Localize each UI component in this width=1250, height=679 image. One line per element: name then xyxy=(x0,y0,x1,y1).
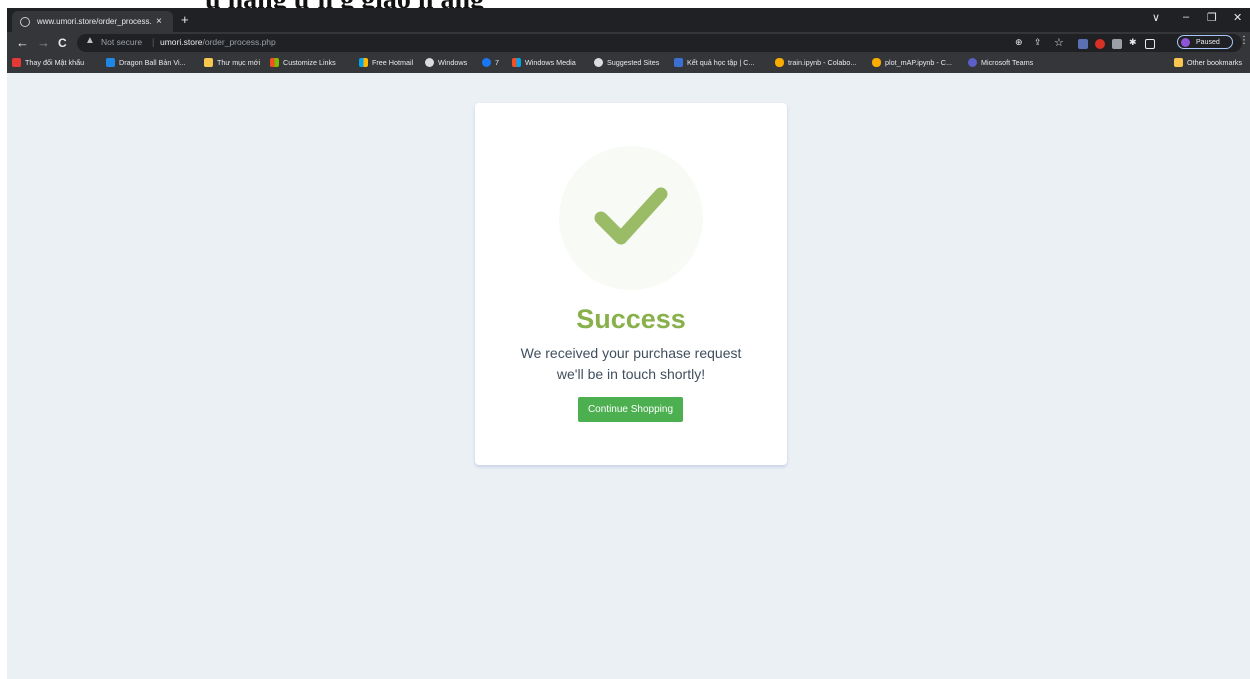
message-line: We received your purchase request xyxy=(520,345,742,361)
windows-logo-icon xyxy=(359,58,368,67)
extension-icon[interactable] xyxy=(1095,39,1105,49)
page-title: Success xyxy=(576,304,686,334)
profile-status: Paused xyxy=(1196,38,1220,46)
tab-close-icon[interactable]: × xyxy=(156,16,162,27)
bookmark-item[interactable]: Customize Links xyxy=(270,58,336,67)
back-icon[interactable]: ← xyxy=(16,35,29,51)
side-panel-icon[interactable] xyxy=(1145,39,1155,49)
top-strip: ụ hàng ự n g giao h àng xyxy=(0,0,1250,8)
folder-icon xyxy=(204,58,213,67)
bookmark-item[interactable]: Thư mục mới xyxy=(204,58,260,67)
warning-icon: ▲ xyxy=(85,35,95,46)
extension-icon[interactable] xyxy=(1112,39,1122,49)
bookmark-icon xyxy=(674,58,683,67)
success-card: Success We received your purchase reques… xyxy=(475,103,787,465)
forward-icon[interactable]: → xyxy=(37,35,50,51)
bookmark-item[interactable]: Microsoft Teams xyxy=(968,58,1033,67)
teams-icon xyxy=(968,58,977,67)
bookmark-icon xyxy=(106,58,115,67)
zoom-icon[interactable]: ⊕ xyxy=(1015,37,1023,48)
share-icon[interactable]: ⇪ xyxy=(1034,37,1042,48)
bookmark-item[interactable]: Windows Media xyxy=(512,58,576,67)
bookmark-item[interactable]: plot_mAP.ipynb - C... xyxy=(872,58,952,67)
folder-icon xyxy=(1174,58,1183,67)
tab-bar: www.umori.store/order_process. × + ∨ – ❐… xyxy=(7,8,1250,32)
close-window-button[interactable]: ✕ xyxy=(1233,11,1242,24)
continue-shopping-button[interactable]: Continue Shopping xyxy=(578,397,683,422)
bookmark-item[interactable]: Suggested Sites xyxy=(594,58,659,67)
colab-icon xyxy=(775,58,784,67)
bookmark-item[interactable]: Kết quả học tập | C... xyxy=(674,58,754,67)
extension-icon[interactable] xyxy=(1078,39,1088,49)
other-bookmarks[interactable]: Other bookmarks xyxy=(1174,58,1242,67)
bookmark-item[interactable]: Windows xyxy=(425,58,467,67)
bookmark-item[interactable]: Dragon Ball Bản Vi... xyxy=(106,58,186,67)
separator: | xyxy=(152,37,155,47)
minimize-button[interactable]: – xyxy=(1183,11,1189,23)
address-bar[interactable]: ▲ Not secure | umori.store/order_process… xyxy=(77,34,1242,52)
globe-icon xyxy=(594,58,603,67)
colab-icon xyxy=(872,58,881,67)
restore-button[interactable]: ❐ xyxy=(1207,11,1217,24)
tab-search-icon[interactable]: ∨ xyxy=(1152,11,1160,24)
check-circle xyxy=(559,146,703,290)
avatar xyxy=(1181,37,1190,47)
facebook-icon xyxy=(482,58,491,67)
bookmark-item[interactable]: train.ipynb - Colabo... xyxy=(775,58,856,67)
bookmark-item[interactable]: Free Hotmail xyxy=(359,58,413,67)
globe-icon xyxy=(425,58,434,67)
success-message: We received your purchase request we'll … xyxy=(475,343,787,385)
menu-icon[interactable]: ⋮ xyxy=(1239,35,1249,46)
url-text[interactable]: umori.store/order_process.php xyxy=(160,37,276,47)
reload-icon[interactable]: C xyxy=(58,35,67,51)
bookmarks-bar: Thay đổi Mật khẩu Dragon Ball Bản Vi... … xyxy=(7,54,1250,74)
windows-logo-icon xyxy=(270,58,279,67)
bookmark-star-icon[interactable]: ☆ xyxy=(1054,36,1064,49)
security-label: Not secure xyxy=(101,37,143,47)
cut-off-heading: ụ hàng ự n g giao h àng xyxy=(205,0,484,8)
globe-icon xyxy=(20,16,30,27)
toolbar: ← → C ▲ Not secure | umori.store/order_p… xyxy=(7,32,1250,54)
checkmark-icon xyxy=(594,187,668,245)
puzzle-icon[interactable]: ✱ xyxy=(1129,37,1137,48)
bookmark-icon xyxy=(12,58,21,67)
message-line: we'll be in touch shortly! xyxy=(556,366,706,382)
profile-button[interactable]: Paused xyxy=(1177,35,1233,49)
page-content: Success We received your purchase reques… xyxy=(7,73,1250,679)
browser-tab[interactable]: www.umori.store/order_process. × xyxy=(12,11,173,32)
tab-title: www.umori.store/order_process. xyxy=(37,17,152,26)
bookmark-item[interactable]: 7 xyxy=(482,58,499,67)
windows-logo-icon xyxy=(512,58,521,67)
bookmark-item[interactable]: Thay đổi Mật khẩu xyxy=(12,58,84,67)
new-tab-button[interactable]: + xyxy=(181,12,189,27)
